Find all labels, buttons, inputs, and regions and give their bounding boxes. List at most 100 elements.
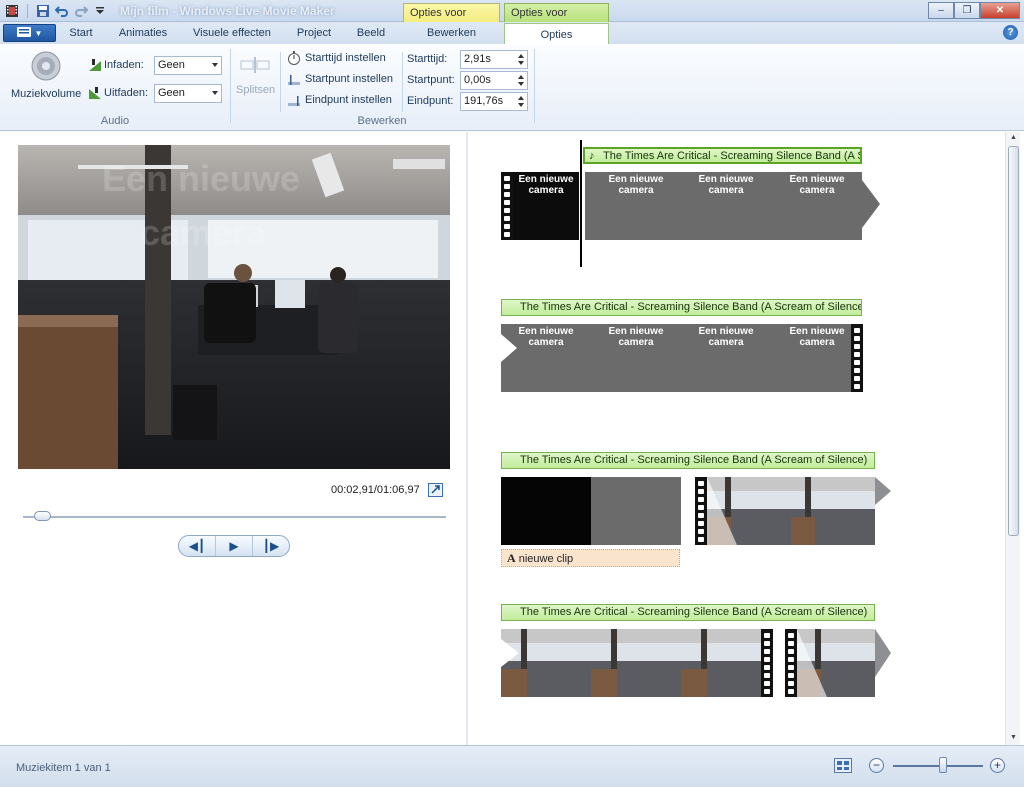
clip-row-2[interactable]: Een nieuwe camera Een nieuwe camera Een ni… <box>501 324 863 392</box>
timecode: 00:02,91/01:06,97 <box>331 484 420 496</box>
title-bar: Mijn film - Windows Live Movie Maker Opt… <box>0 0 1024 38</box>
maximize-button[interactable]: ❐ <box>954 2 980 19</box>
music-item-title: The Times Are Critical - Screaming Silen… <box>520 454 868 466</box>
fade-in-icon <box>88 58 102 72</box>
group-separator <box>230 49 231 123</box>
music-item[interactable]: The Times Are Critical - Screaming Silen… <box>501 604 875 621</box>
status-text: Muziekitem 1 van 1 <box>16 762 111 774</box>
previous-frame-button[interactable]: ◀┃ <box>179 536 216 556</box>
save-icon[interactable] <box>35 3 51 19</box>
end-point-spinner[interactable]: 191,76s <box>460 92 528 111</box>
app-menu-button[interactable]: ▼ <box>3 24 56 42</box>
zoom-slider-thumb[interactable] <box>939 757 948 773</box>
fade-in-select[interactable]: Geen <box>154 56 222 75</box>
preview-frame-image: Een nieuwe camera <box>18 145 450 469</box>
playhead[interactable] <box>580 140 582 267</box>
group-separator <box>534 49 535 123</box>
start-point-spinner[interactable]: 0,00s <box>460 71 528 90</box>
film-strip-edge <box>761 629 773 697</box>
spin-up-icon[interactable] <box>518 75 524 79</box>
music-item-title: The Times Are Critical - Screaming Silen… <box>520 301 862 313</box>
clip-row-1[interactable]: Een nieuwe camera Een nieuwe camera Een ni… <box>501 172 880 240</box>
set-start-time-button[interactable]: Starttijd instellen <box>287 51 399 68</box>
music-item-selected[interactable]: ♪ The Times Are Critical - Screaming Sil… <box>583 147 862 164</box>
seek-thumb[interactable] <box>33 511 51 521</box>
restore-icon: ❐ <box>962 5 972 16</box>
app-film-icon <box>4 3 20 19</box>
music-item[interactable]: The Times Are Critical - Screaming Silen… <box>501 299 862 316</box>
clip-thumbnail <box>591 477 681 545</box>
next-frame-button[interactable]: ┃▶ <box>253 536 289 556</box>
redo-icon[interactable] <box>73 3 89 19</box>
minimize-icon: – <box>938 5 944 16</box>
zoom-out-button[interactable]: − <box>869 758 884 773</box>
scroll-down-icon[interactable]: ▼ <box>1010 734 1017 741</box>
clip-text: Een nieuwe camera <box>789 174 845 196</box>
fade-out-value: Geen <box>158 87 185 99</box>
fullscreen-icon[interactable] <box>428 483 443 497</box>
customize-qat-icon[interactable] <box>92 3 108 19</box>
speaker-icon <box>30 50 62 85</box>
minimize-button[interactable]: – <box>928 2 954 19</box>
seek-track[interactable] <box>23 516 446 518</box>
playback-controls: ◀┃ ▶ ┃▶ <box>178 535 290 557</box>
zoom-in-button[interactable]: + <box>990 758 1005 773</box>
tab-start[interactable]: Start <box>62 22 100 44</box>
spin-up-icon[interactable] <box>518 54 524 58</box>
storyboard-scrollbar[interactable]: ▲ ▼ <box>1005 132 1020 745</box>
clip-row-4[interactable] <box>501 629 891 697</box>
context-tab-video-options[interactable]: Opties voor video <box>403 3 500 38</box>
text-caption-icon: A <box>507 551 516 565</box>
status-bar: Muziekitem 1 van 1 − + <box>0 745 1024 787</box>
start-time-value: 2,91s <box>464 53 491 65</box>
fade-in-value: Geen <box>158 59 185 71</box>
video-preview[interactable]: Een nieuwe camera <box>18 145 450 469</box>
set-end-point-button[interactable]: Eindpunt instellen <box>287 93 399 110</box>
tab-animaties[interactable]: Animaties <box>112 22 174 44</box>
preview-overlay-title-line2: camera <box>140 212 267 253</box>
context-tab-music-options[interactable]: Opties voor muziek <box>504 3 609 38</box>
play-button[interactable]: ▶ <box>216 536 253 556</box>
window-controls: – ❐ ✕ <box>928 2 1020 19</box>
music-item-title: The Times Are Critical - Screaming Silen… <box>520 606 868 618</box>
split-button[interactable]: Splitsen <box>234 52 276 102</box>
tab-opties[interactable]: Opties <box>504 23 609 45</box>
music-note-icon: ♪ <box>589 150 595 162</box>
clip-row-3[interactable] <box>501 477 891 545</box>
spin-down-icon[interactable] <box>518 61 524 65</box>
scroll-up-icon[interactable]: ▲ <box>1010 134 1017 141</box>
spin-down-icon[interactable] <box>518 103 524 107</box>
help-icon[interactable]: ? <box>1003 25 1018 40</box>
music-item[interactable]: The Times Are Critical - Screaming Silen… <box>501 452 875 469</box>
tab-bewerken[interactable]: Bewerken <box>403 22 500 44</box>
chevron-down-icon: ▼ <box>34 28 43 38</box>
clip-text: Een nieuwe camera <box>608 326 664 348</box>
caption-item[interactable]: A nieuwe clip <box>501 549 680 567</box>
set-start-point-label: Startpunt instellen <box>305 73 394 85</box>
tab-visuele-effecten[interactable]: Visuele effecten <box>186 22 278 44</box>
set-start-point-button[interactable]: Startpunt instellen <box>287 72 399 89</box>
minus-icon: − <box>872 758 880 772</box>
pane-divider[interactable] <box>466 132 468 745</box>
start-point-label: Startpunt: <box>407 74 455 86</box>
dropdown-arrow-icon <box>212 63 218 67</box>
undo-icon[interactable] <box>54 3 70 19</box>
start-time-spinner[interactable]: 2,91s <box>460 50 528 69</box>
spin-up-icon[interactable] <box>518 96 524 100</box>
film-strip-edge <box>695 477 707 545</box>
music-volume-button[interactable]: Muziekvolume <box>8 48 84 104</box>
thumbnail-size-icon[interactable] <box>834 758 852 773</box>
close-button[interactable]: ✕ <box>980 2 1020 19</box>
spin-down-icon[interactable] <box>518 82 524 86</box>
quick-access-toolbar <box>4 3 108 19</box>
tab-project[interactable]: Project <box>290 22 338 44</box>
zoom-slider-track[interactable] <box>893 765 983 767</box>
ribbon: Muziekvolume Infaden: Geen Uitfaden: Gee… <box>0 44 1024 131</box>
scrollbar-thumb[interactable] <box>1008 146 1019 536</box>
preview-overlay-title-line1: Een nieuwe <box>102 158 300 199</box>
fade-out-select[interactable]: Geen <box>154 84 222 103</box>
close-icon: ✕ <box>995 5 1005 16</box>
app-menu-icon <box>16 26 31 40</box>
tab-beeld[interactable]: Beeld <box>350 22 392 44</box>
set-end-point-label: Eindpunt instellen <box>305 94 392 106</box>
